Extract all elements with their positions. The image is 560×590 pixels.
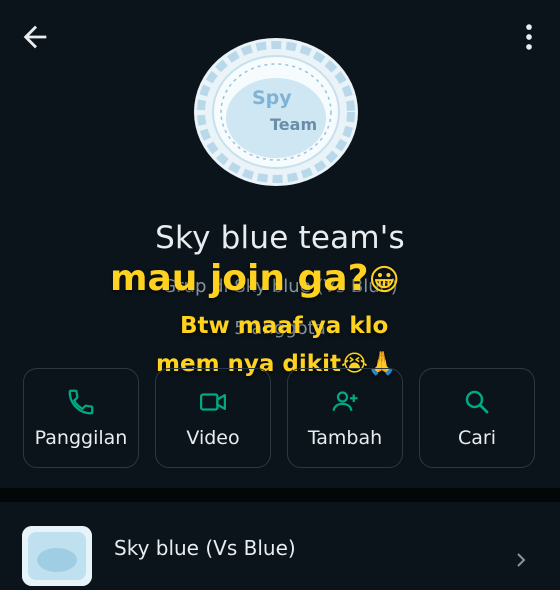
avatar-text-1: Spy [252, 87, 292, 109]
phone-icon [68, 389, 94, 415]
overlay-text-1: mau join ga?😀 [110, 258, 400, 299]
group-avatar[interactable]: Spy Team [194, 38, 358, 186]
search-button[interactable]: Cari [419, 368, 535, 468]
video-icon [200, 393, 226, 411]
chevron-right-icon [514, 552, 528, 571]
community-row[interactable]: Sky blue (Vs Blue) [0, 502, 560, 586]
add-member-label: Tambah [307, 427, 383, 449]
search-label: Cari [458, 427, 496, 449]
add-member-button[interactable]: Tambah [287, 368, 403, 468]
call-label: Panggilan [34, 427, 128, 449]
add-person-icon [332, 391, 358, 411]
video-label: Video [186, 427, 240, 449]
avatar-text-2: Team [270, 115, 317, 134]
search-icon [465, 390, 489, 414]
back-button[interactable] [18, 20, 52, 54]
more-vertical-icon [526, 24, 532, 50]
grinning-emoji: 😀 [368, 263, 400, 298]
call-button[interactable]: Panggilan [23, 368, 139, 468]
group-name: Sky blue team's [155, 220, 405, 256]
overlay-line-1: mau join ga? [110, 258, 369, 299]
section-divider [0, 488, 560, 502]
arrow-left-icon [23, 25, 47, 49]
community-thumbnail [22, 526, 92, 586]
community-title: Sky blue (Vs Blue) [114, 536, 296, 560]
overlay-text-2: Btw maaf ya klo [180, 313, 389, 339]
video-button[interactable]: Video [155, 368, 271, 468]
more-options-button[interactable] [512, 20, 546, 54]
